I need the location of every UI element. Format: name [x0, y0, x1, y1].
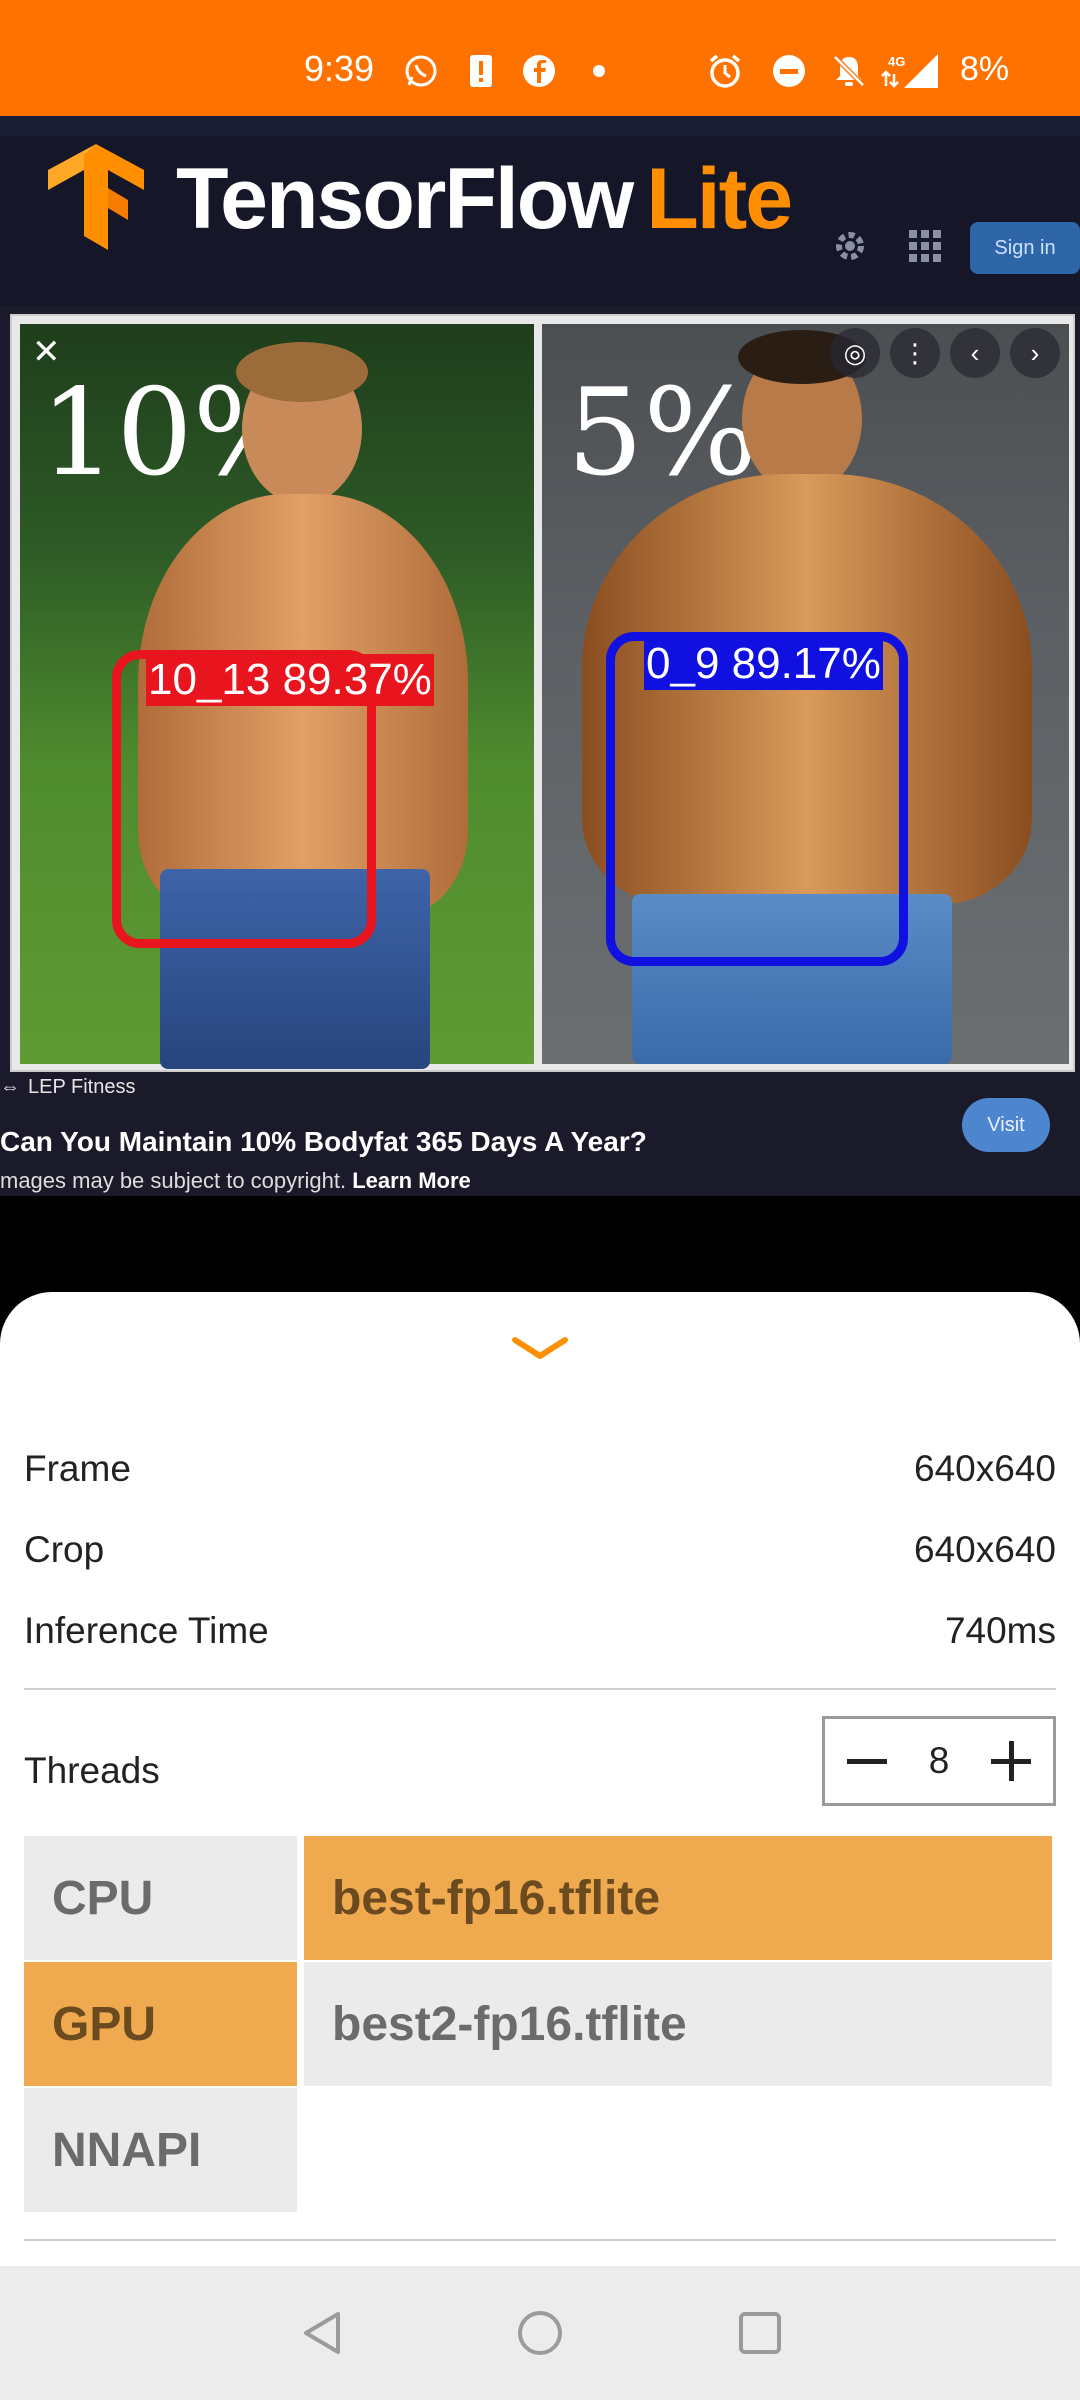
- dot-icon: [580, 52, 618, 90]
- chevron-right-icon: ›: [1010, 328, 1060, 378]
- lens-icon: ◎: [830, 328, 880, 378]
- signal-4g-icon: 4G: [880, 52, 940, 90]
- status-bar: 9:39 4G 8%: [0, 0, 1080, 116]
- chevron-down-icon[interactable]: [511, 1334, 569, 1364]
- crop-value: 640x640: [914, 1529, 1056, 1570]
- camera-preview: Sign in TensorFlow Lite 10% 5% ✕ ◎ ⋮ ‹ ›…: [0, 116, 1080, 1196]
- facebook-icon: [520, 52, 558, 90]
- inference-row: Inference Time 740ms: [24, 1610, 1056, 1652]
- app-title-main: TensorFlow: [176, 151, 634, 247]
- chevron-left-icon: ‹: [950, 328, 1000, 378]
- gear-icon: [830, 226, 870, 266]
- battery-percent: 8%: [960, 50, 1010, 88]
- model-option-best2-fp16[interactable]: best2-fp16.tflite: [304, 1962, 1052, 2086]
- threads-value: 8: [928, 1740, 950, 1781]
- threads-increment-button[interactable]: [987, 1737, 1035, 1785]
- divider: [24, 1688, 1056, 1690]
- alarm-icon: [706, 52, 744, 90]
- inference-value: 740ms: [944, 1610, 1056, 1651]
- whatsapp-icon: [402, 52, 440, 90]
- app-title: TensorFlow Lite: [176, 150, 793, 249]
- inference-label: Inference Time: [24, 1610, 269, 1651]
- caption-title: Can You Maintain 10% Bodyfat 365 Days A …: [0, 1126, 647, 1157]
- visit-button: Visit: [962, 1098, 1050, 1152]
- tensorflow-logo-icon: [46, 142, 146, 252]
- frame-label: Frame: [24, 1448, 131, 1489]
- notifications-off-icon: [830, 52, 868, 90]
- divider: [24, 2239, 1056, 2241]
- apps-grid-icon: [905, 226, 945, 266]
- crop-row: Crop 640x640: [24, 1529, 1056, 1571]
- detection-label: 0_9 89.17%: [644, 638, 883, 690]
- frame-row: Frame 640x640: [24, 1448, 1056, 1490]
- browser-tab-strip: [0, 116, 1080, 136]
- delegate-option-gpu[interactable]: GPU: [24, 1962, 297, 2086]
- caption-source: ⇔ LEP Fitness: [0, 1076, 136, 1098]
- app-title-suffix: Lite: [646, 151, 793, 247]
- bottom-sheet: Frame 640x640 Crop 640x640 Inference Tim…: [0, 1292, 1080, 2266]
- browser-sign-in-button: Sign in: [970, 222, 1080, 274]
- threads-decrement-button[interactable]: [843, 1737, 891, 1785]
- alert-icon: [462, 52, 500, 90]
- status-time: 9:39: [304, 48, 375, 89]
- navigation-bar: [0, 2266, 1080, 2400]
- frame-value: 640x640: [914, 1448, 1056, 1489]
- home-icon[interactable]: [513, 2306, 567, 2360]
- caption-copyright: mages may be subject to copyright. Learn…: [0, 1168, 471, 1193]
- link-icon: ⇔: [0, 1076, 20, 1098]
- more-vert-icon: ⋮: [890, 328, 940, 378]
- svg-text:4G: 4G: [888, 54, 905, 69]
- threads-label: Threads: [24, 1750, 160, 1791]
- do-not-disturb-icon: [770, 52, 808, 90]
- crop-label: Crop: [24, 1529, 105, 1570]
- model-option-best-fp16[interactable]: best-fp16.tflite: [304, 1836, 1052, 1960]
- threads-stepper: 8: [822, 1716, 1056, 1806]
- back-icon[interactable]: [296, 2306, 350, 2360]
- person-left-hair: [236, 342, 368, 402]
- delegate-option-nnapi[interactable]: NNAPI: [24, 2088, 297, 2212]
- close-icon: ✕: [32, 333, 61, 371]
- delegate-option-cpu[interactable]: CPU: [24, 1836, 297, 1960]
- detection-label: 10_13 89.37%: [146, 654, 434, 706]
- recents-icon[interactable]: [733, 2306, 787, 2360]
